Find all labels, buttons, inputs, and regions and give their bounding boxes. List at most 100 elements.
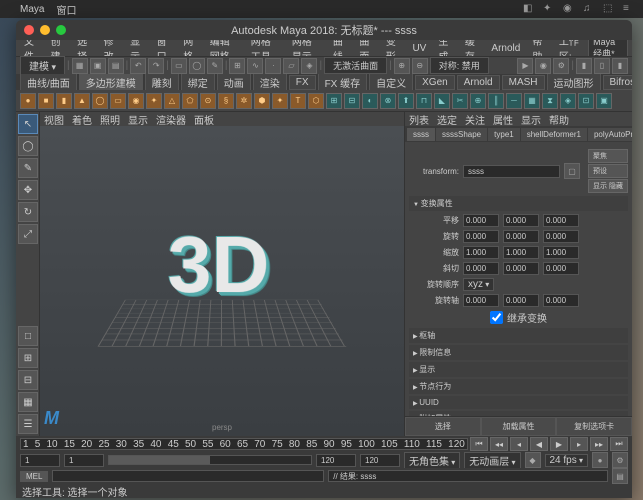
attr-menu-focus[interactable]: 关注 [465,112,485,127]
vp-menu-renderer[interactable]: 渲染器 [156,112,186,127]
mac-menu-window[interactable]: 窗口 [56,2,76,17]
poly-pipe-icon[interactable]: ⊙ [200,93,216,109]
snap-live-icon[interactable]: ◈ [301,58,317,74]
snap-point-icon[interactable]: · [265,58,281,74]
layout-custom-icon[interactable]: ▦ [18,392,38,412]
goto-end-icon[interactable]: ⏭ [610,437,628,451]
quad-draw-icon[interactable]: ▦ [524,93,540,109]
poly-super-icon[interactable]: ✦ [272,93,288,109]
shelf-tab[interactable]: FX 缓存 [318,74,368,90]
toggle-icon[interactable]: ⊖ [412,58,428,74]
transform-name-field[interactable] [463,165,560,178]
panel-toggle-icon[interactable]: ▯ [594,58,610,74]
play-back-icon[interactable]: ◀ [530,437,548,451]
shelf-tab[interactable]: FX [289,75,316,90]
tray-icon[interactable]: ✦ [543,3,555,15]
copy-tab-button[interactable]: 复制选项卡 [556,417,632,436]
shear-xy[interactable] [463,262,499,275]
attr-tab[interactable]: polyAutoProj1 [588,128,632,141]
shelf-icon[interactable]: ◈ [560,93,576,109]
shelf-tab[interactable]: 动画 [217,74,251,90]
extrude-icon[interactable]: ⬆ [398,93,414,109]
range-end-outer[interactable] [360,454,400,467]
multicut-icon[interactable]: ✂ [452,93,468,109]
prefs-icon[interactable]: ⚙ [612,452,628,468]
tray-icon[interactable]: ⬚ [603,3,615,15]
shelf-tab[interactable]: 曲线/曲面 [20,74,77,90]
maximize-button[interactable] [56,25,66,35]
bridge-icon[interactable]: ⊓ [416,93,432,109]
scale-x[interactable] [463,246,499,259]
load-attr-button[interactable]: 加载属性 [481,417,557,436]
command-input[interactable] [52,470,324,482]
bevel-icon[interactable]: ◣ [434,93,450,109]
new-scene-icon[interactable]: ▦ [72,58,88,74]
key-icon[interactable]: ◆ [525,452,541,468]
shelf-icon[interactable]: ⊡ [578,93,594,109]
menu-uv[interactable]: UV [408,43,430,54]
viewport-canvas[interactable]: 3D persp M [40,126,404,436]
range-start-outer[interactable] [20,454,60,467]
fps-dropdown[interactable]: 24 fps ▾ [545,454,589,467]
presets-button[interactable]: 预设 [588,164,628,178]
poly-gear-icon[interactable]: ✲ [236,93,252,109]
svg-icon[interactable]: ⬡ [308,93,324,109]
scale-tool[interactable]: ⤢ [18,224,38,244]
poly-soccer-icon[interactable]: ⬢ [254,93,270,109]
rotate-z[interactable] [543,230,579,243]
step-back-icon[interactable]: ◂◂ [490,437,508,451]
render-icon[interactable]: ▶ [517,58,533,74]
poly-cylinder-icon[interactable]: ▮ [56,93,72,109]
close-button[interactable] [24,25,34,35]
poly-disc-icon[interactable]: ◉ [128,93,144,109]
layout-single-icon[interactable]: □ [18,326,38,346]
transform-section[interactable]: 变换属性 [409,196,628,211]
shelf-tab[interactable]: 运动图形 [547,74,601,90]
snap-grid-icon[interactable]: ⊞ [229,58,245,74]
menu-arnold[interactable]: Arnold [487,43,524,54]
rotate-x[interactable] [463,230,499,243]
shelf-icon[interactable]: ▣ [596,93,612,109]
layout-four-icon[interactable]: ⊞ [18,348,38,368]
open-scene-icon[interactable]: ▣ [90,58,106,74]
node-behavior-section[interactable]: 节点行为 [409,379,628,394]
translate-y[interactable] [503,214,539,227]
rotate-axis-x[interactable] [463,294,499,307]
attr-tab[interactable]: ssssShape [436,128,487,141]
pivot-section[interactable]: 枢轴 [409,328,628,343]
range-track[interactable] [108,455,312,465]
display-section[interactable]: 显示 [409,362,628,377]
tray-icon[interactable]: ♫ [583,3,595,15]
rotate-axis-z[interactable] [543,294,579,307]
shear-yz[interactable] [543,262,579,275]
rotate-y[interactable] [503,230,539,243]
ipr-icon[interactable]: ◉ [535,58,551,74]
layout-two-icon[interactable]: ⊟ [18,370,38,390]
shelf-tab[interactable]: Arnold [457,75,500,90]
attr-menu-show[interactable]: 显示 [521,112,541,127]
lasso-icon[interactable]: ◯ [189,58,205,74]
shelf-tab[interactable]: Bifrost [603,75,632,90]
limits-section[interactable]: 限制信息 [409,345,628,360]
range-start[interactable] [64,454,104,467]
goto-start-icon[interactable]: ⏮ [470,437,488,451]
select-mode-icon[interactable]: ▭ [171,58,187,74]
poly-platonic-icon[interactable]: ✦ [146,93,162,109]
vp-menu-lighting[interactable]: 照明 [100,112,120,127]
poly-torus-icon[interactable]: ◯ [92,93,108,109]
focus-icon[interactable]: ▢ [564,163,580,179]
rotate-axis-y[interactable] [503,294,539,307]
panel-toggle-icon[interactable]: ▮ [576,58,592,74]
prev-key-icon[interactable]: ◂ [510,437,528,451]
target-weld-icon[interactable]: ⊕ [470,93,486,109]
minimize-button[interactable] [40,25,50,35]
connect-icon[interactable]: ─ [506,93,522,109]
range-end[interactable] [316,454,356,467]
show-hide-button[interactable]: 显示 隐藏 [588,179,628,193]
attr-tab[interactable]: ssss [407,128,435,141]
shelf-tab[interactable]: XGen [415,75,455,90]
move-tool[interactable]: ✥ [18,180,38,200]
module-dropdown[interactable]: 建模 ▾ [20,56,65,75]
shelf-tab[interactable]: 渲染 [253,74,287,90]
play-forward-icon[interactable]: ▶ [550,437,568,451]
